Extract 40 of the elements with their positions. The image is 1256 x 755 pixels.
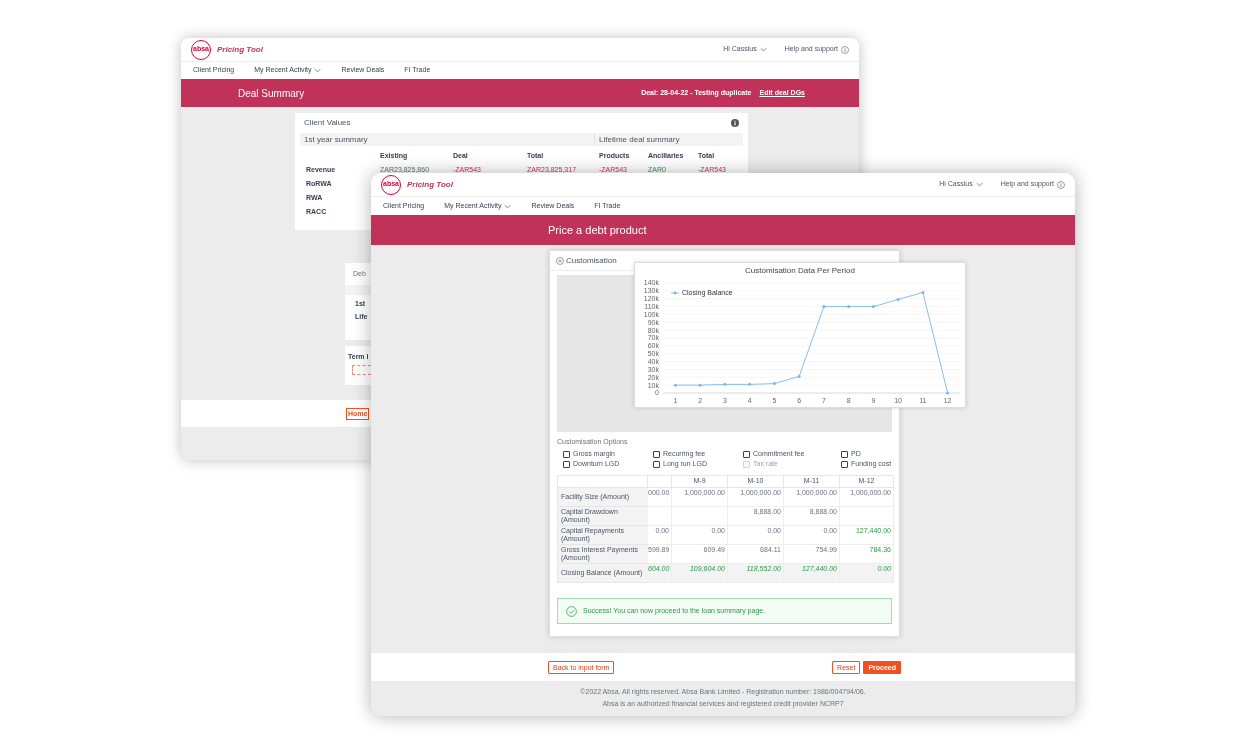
card-title: Client Values [304,117,351,129]
input-field[interactable] [352,365,371,375]
data-point [896,298,900,301]
checkbox[interactable] [653,450,660,458]
info-icon [1057,180,1065,189]
plus-circle-icon [556,256,564,265]
check-circle-icon [566,605,577,617]
checkbox[interactable] [653,460,660,468]
checkbox[interactable] [841,460,848,468]
chevron-down-icon [759,47,767,52]
chart-title: Customisation Data Per Period [745,266,855,275]
legend-marker-icon [670,291,680,295]
data-point [698,383,702,387]
data-point [748,382,752,386]
app-name: Pricing Tool [217,43,263,56]
checkbox[interactable] [743,450,750,458]
data-point [822,305,826,309]
info-icon [841,45,849,54]
data-point [946,391,950,395]
data-point [797,375,801,378]
table-cell [648,507,672,526]
section-heading: Lifetime deal summary [595,133,743,146]
chevron-down-icon [504,203,512,209]
data-point [723,382,727,386]
chevron-down-icon [314,68,322,73]
app-name: Pricing Tool [407,178,453,191]
page-title: Deal Summary [238,86,305,101]
data-point [871,305,875,309]
checkbox[interactable] [841,450,848,458]
data-point [772,382,776,386]
chevron-down-icon [975,182,983,187]
data-point [847,305,851,309]
checkbox[interactable] [563,460,570,468]
section-heading: 1st year summary [300,133,595,146]
section-toggle[interactable]: Customisation [556,254,617,267]
info-icon [731,119,739,127]
data-point [673,383,677,387]
data-point [921,290,925,294]
page-title: Price a debt product [548,222,647,238]
checkbox[interactable] [563,450,570,458]
